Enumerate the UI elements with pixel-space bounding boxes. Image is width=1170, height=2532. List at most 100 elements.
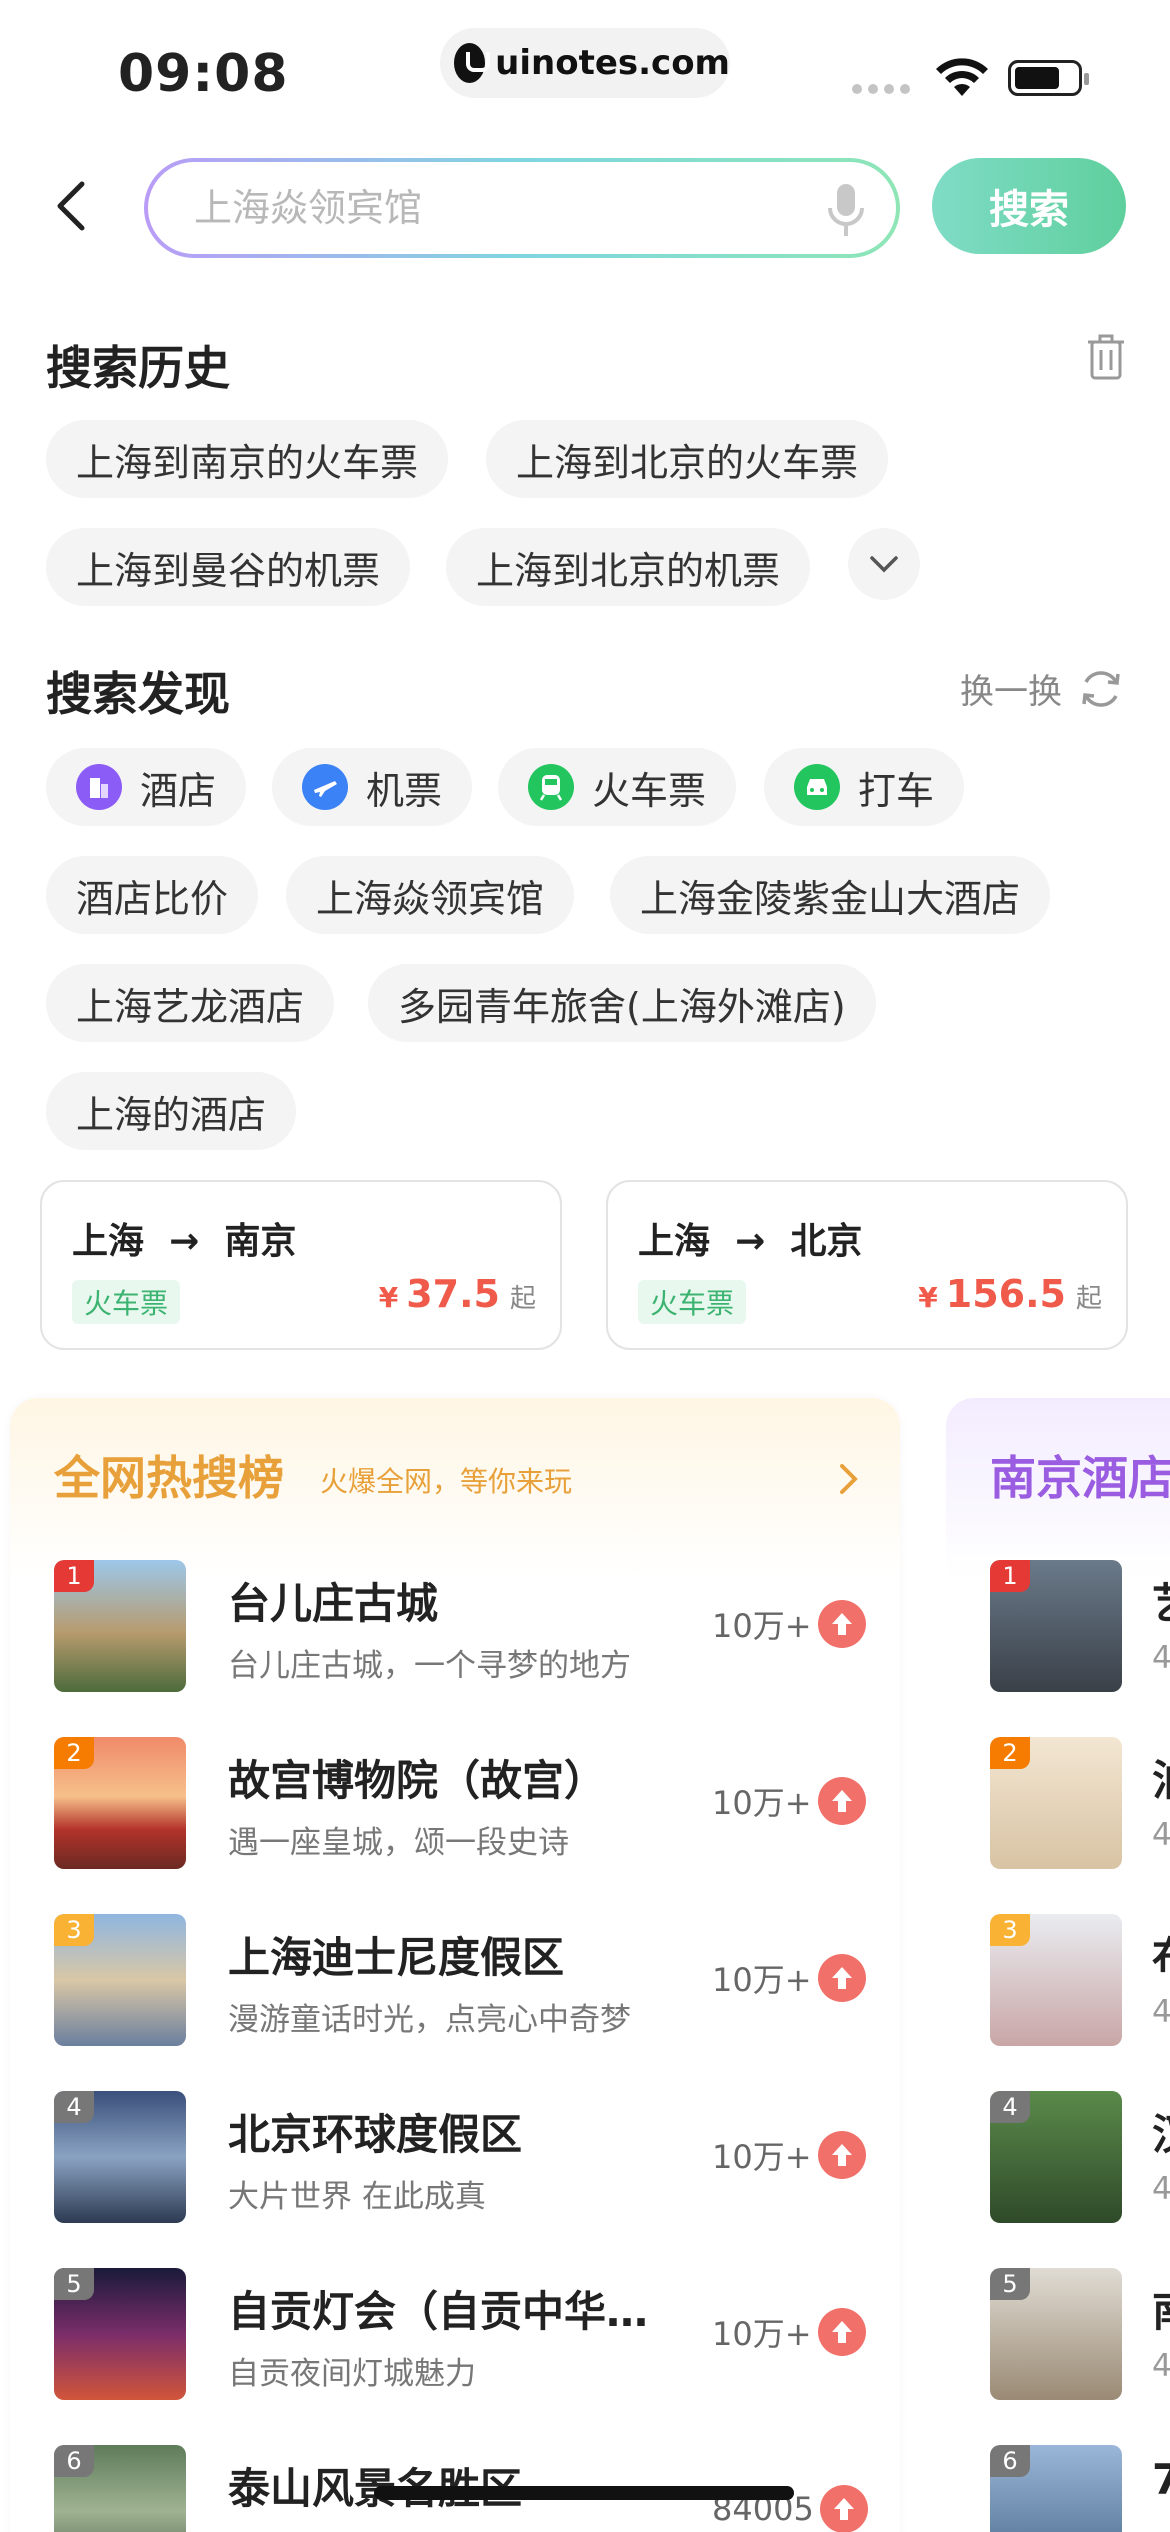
hotel-thumbnail: 4 (990, 2091, 1122, 2223)
discover-keyword[interactable]: 上海金陵紫金山大酒店 (610, 856, 1051, 934)
hotel-rank-item[interactable]: 3 布 4 (990, 1914, 1170, 2091)
rank-heat: 10万+ (712, 1954, 866, 2002)
rank-heat: 10万+ (712, 2131, 866, 2179)
refresh-button[interactable]: 换一换 (960, 664, 1124, 713)
hotel-thumbnail: 2 (990, 1737, 1122, 1869)
wifi-icon (936, 58, 988, 96)
refresh-label: 换一换 (960, 672, 1062, 712)
category-hotel[interactable]: 酒店 (46, 748, 247, 826)
route-card[interactable]: 上海 → 南京 火车票 ¥37.5 起 (40, 1180, 562, 1350)
rank-item[interactable]: 2 故宫博物院（故宫） 遇一座皇城，颂一段史诗 10万+ (54, 1737, 874, 1914)
hot-rank-subtitle: 火爆全网，等你来玩 (320, 1465, 573, 1498)
hotel-rank-title: 南京酒店 (990, 1451, 1170, 1505)
discover-keyword[interactable]: 酒店比价 (46, 856, 259, 934)
route-title: 上海 → 南京 (72, 1221, 297, 1262)
hotel-rank-item[interactable]: 5 南 4 (990, 2268, 1170, 2445)
hotel-rank-item[interactable]: 2 泊 4 (990, 1737, 1170, 1914)
search-box[interactable] (144, 158, 900, 258)
rank-number-badge: 2 (990, 1737, 1030, 1769)
hotel-rank-item[interactable]: 4 汉 4 (990, 2091, 1170, 2268)
rank-number-badge: 5 (990, 2268, 1030, 2300)
trend-up-icon (817, 2131, 866, 2179)
chevron-right-icon[interactable] (838, 1462, 860, 1496)
search-input[interactable] (194, 186, 754, 230)
rank-thumbnail: 4 (54, 2091, 186, 2223)
hot-rank-title: 全网热搜榜 (54, 1451, 284, 1505)
rank-item-desc: 自贡夜间灯城魅力 (228, 2356, 476, 2392)
rank-number-badge: 5 (54, 2268, 94, 2300)
trend-up-icon (817, 2308, 866, 2356)
rank-item[interactable]: 5 自贡灯会（自贡中华… 自贡夜间灯城魅力 10万+ (54, 2268, 874, 2445)
hotel-icon (76, 764, 122, 810)
hotel-item-sub: 4 (1152, 1640, 1170, 1676)
rank-heat: 10万+ (712, 2308, 866, 2356)
rank-number-badge: 4 (990, 2091, 1030, 2123)
category-label: 机票 (366, 768, 443, 813)
history-title: 搜索历史 (46, 341, 230, 395)
status-time: 09:08 (118, 44, 289, 104)
discover-keyword[interactable]: 上海焱领宾馆 (286, 856, 575, 934)
rank-heat: 10万+ (712, 1777, 866, 1825)
hotel-thumbnail: 6 (990, 2445, 1122, 2532)
discover-keyword[interactable]: 上海的酒店 (46, 1072, 297, 1150)
hotel-item-name: 汉 (1152, 2101, 1170, 2162)
rank-item-name: 北京环球度假区 (228, 2110, 523, 2159)
hotel-item-sub: 4 (1152, 2171, 1170, 2207)
rank-item-name: 自贡灯会（自贡中华… (228, 2287, 649, 2336)
category-flight[interactable]: 机票 (272, 748, 473, 826)
hot-rank-panel: 全网热搜榜 火爆全网，等你来玩 1 台儿庄古城 台儿庄古城，一个寻梦的地方 10… (10, 1398, 900, 2532)
category-label: 酒店 (140, 768, 217, 813)
history-item[interactable]: 上海到北京的火车票 (486, 420, 889, 498)
history-item[interactable]: 上海到曼谷的机票 (46, 528, 411, 606)
rank-item[interactable]: 4 北京环球度假区 大片世界 在此成真 10万+ (54, 2091, 874, 2268)
rank-heat-value: 10万+ (712, 1784, 812, 1822)
trend-up-icon (817, 1954, 866, 2002)
rank-heat-value: 10万+ (712, 2315, 812, 2353)
rank-item-desc: 台儿庄古城，一个寻梦的地方 (228, 1648, 631, 1684)
url-pill[interactable]: uinotes.com (440, 28, 730, 98)
rank-number-badge: 3 (990, 1914, 1030, 1946)
history-item[interactable]: 上海到南京的火车票 (46, 420, 449, 498)
hotel-item-name: 布 (1152, 1924, 1170, 1985)
rank-number-badge: 1 (990, 1560, 1030, 1592)
discover-title: 搜索发现 (46, 667, 230, 721)
back-arrow-icon[interactable] (44, 176, 104, 236)
rank-number-badge: 1 (54, 1560, 94, 1592)
route-card[interactable]: 上海 → 北京 火车票 ¥156.5 起 (606, 1180, 1128, 1350)
rank-number-badge: 6 (990, 2445, 1030, 2477)
site-logo-icon (454, 43, 491, 83)
hotel-rank-item[interactable]: 6 7 (990, 2445, 1170, 2532)
rank-item[interactable]: 1 台儿庄古城 台儿庄古城，一个寻梦的地方 10万+ (54, 1560, 874, 1737)
hotel-item-name: 南 (1152, 2278, 1170, 2339)
battery-icon (1008, 60, 1089, 96)
category-taxi[interactable]: 打车 (764, 748, 965, 826)
rank-item-desc: 大片世界 在此成真 (228, 2179, 486, 2215)
category-train[interactable]: 火车票 (498, 748, 737, 826)
trash-icon[interactable] (1086, 334, 1126, 380)
rank-item[interactable]: 3 上海迪士尼度假区 漫游童话时光，点亮心中奇梦 10万+ (54, 1914, 874, 2091)
expand-history-button[interactable] (848, 528, 920, 600)
cellular-signal-icon (852, 84, 910, 94)
microphone-icon[interactable] (826, 182, 866, 238)
rank-item-name: 台儿庄古城 (228, 1579, 439, 1628)
rank-heat-value: 10万+ (712, 2138, 812, 2176)
rank-heat: 10万+ (712, 1600, 866, 1648)
discover-keyword[interactable]: 上海艺龙酒店 (46, 964, 335, 1042)
trend-up-icon (817, 1600, 866, 1648)
rank-thumbnail: 5 (54, 2268, 186, 2400)
route-title: 上海 → 北京 (638, 1221, 863, 1262)
hotel-rank-panel: 南京酒店 1 艺 4 2 泊 4 3 布 4 4 汉 4 5 南 4 6 7 (946, 1398, 1170, 2532)
search-button[interactable]: 搜索 (932, 158, 1126, 254)
hotel-thumbnail: 3 (990, 1914, 1122, 2046)
route-price: ¥156.5 起 (918, 1272, 1102, 1316)
history-item[interactable]: 上海到北京的机票 (446, 528, 811, 606)
rank-thumbnail: 6 (54, 2445, 186, 2532)
home-indicator (374, 2486, 794, 2500)
rank-thumbnail: 1 (54, 1560, 186, 1692)
hotel-item-name: 艺 (1152, 1570, 1170, 1631)
rank-heat-value: 10万+ (712, 1607, 812, 1645)
category-label: 打车 (858, 768, 935, 813)
hotel-rank-item[interactable]: 1 艺 4 (990, 1560, 1170, 1737)
rank-item-desc: 遇一座皇城，颂一段史诗 (228, 1825, 569, 1861)
discover-keyword[interactable]: 多园青年旅舍(上海外滩店) (368, 964, 876, 1042)
